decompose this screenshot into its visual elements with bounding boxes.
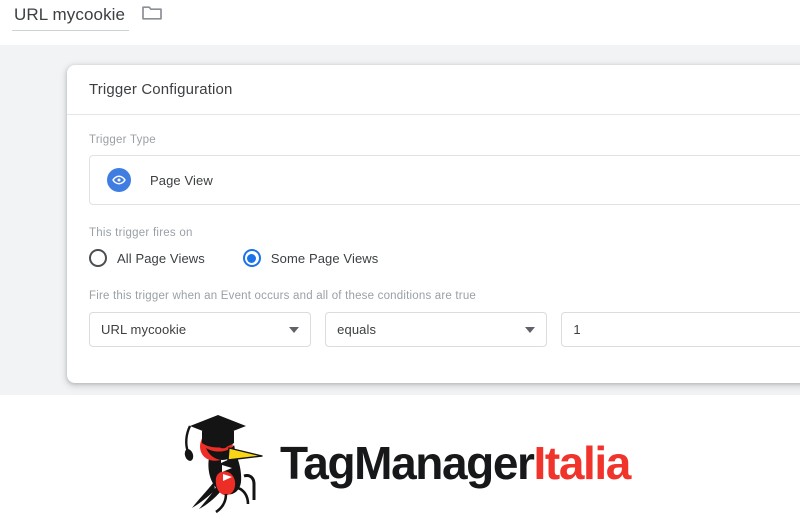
condition-variable-value: URL mycookie	[101, 322, 187, 337]
fires-on-label: This trigger fires on	[89, 227, 193, 239]
trigger-type-label: Trigger Type	[89, 134, 156, 146]
condition-operator-select[interactable]: equals	[325, 312, 548, 347]
condition-value-input[interactable]: 1	[561, 312, 800, 347]
conditions-hint: Fire this trigger when an Event occurs a…	[89, 290, 477, 302]
dialog-header: Trigger Configuration	[67, 65, 800, 115]
condition-variable-select[interactable]: URL mycookie	[89, 312, 312, 347]
conditions-section: Fire this trigger when an Event occurs a…	[89, 290, 800, 347]
radio-icon-unselected	[89, 249, 107, 267]
branding-band: TagManagerItalia	[0, 395, 800, 530]
dialog-body: Trigger Type Page View This trigger fire…	[67, 115, 800, 347]
variable-name-input[interactable]: URL mycookie	[12, 5, 129, 31]
radio-some-page-views[interactable]: Some Page Views	[242, 249, 379, 267]
screen-root: URL mycookie Trigger Configuration Trigg…	[0, 0, 800, 530]
top-bar-content: URL mycookie	[12, 5, 163, 31]
top-bar: URL mycookie	[0, 0, 800, 45]
dialog-title: Trigger Configuration	[89, 81, 233, 98]
logo-text-primary: TagManager	[280, 436, 535, 489]
tagmanageritalia-logo: TagManagerItalia	[166, 404, 632, 521]
chevron-down-icon	[525, 326, 536, 333]
trigger-type-value: Page View	[150, 172, 213, 188]
chevron-down-icon	[289, 326, 300, 333]
radio-some-page-views-label: Some Page Views	[270, 250, 379, 266]
fires-on-section: This trigger fires on All Page Views Som…	[89, 227, 785, 267]
fires-on-radio-group: All Page Views Some Page Views	[89, 249, 785, 267]
radio-icon-selected	[242, 249, 261, 267]
logo-wordmark: TagManagerItalia	[280, 436, 632, 489]
radio-all-page-views-label: All Page Views	[117, 250, 205, 266]
condition-operator-value: equals	[337, 322, 377, 337]
condition-row: URL mycookie equals 1	[89, 312, 800, 347]
woodpecker-graduate-icon	[166, 404, 278, 521]
folder-icon[interactable]	[141, 4, 163, 27]
radio-all-page-views[interactable]: All Page Views	[89, 249, 205, 267]
logo-text-accent: Italia	[533, 436, 632, 489]
trigger-type-card[interactable]: Page View	[89, 155, 800, 205]
eye-icon	[107, 168, 131, 192]
trigger-configuration-dialog: Trigger Configuration Trigger Type Page …	[67, 65, 800, 383]
